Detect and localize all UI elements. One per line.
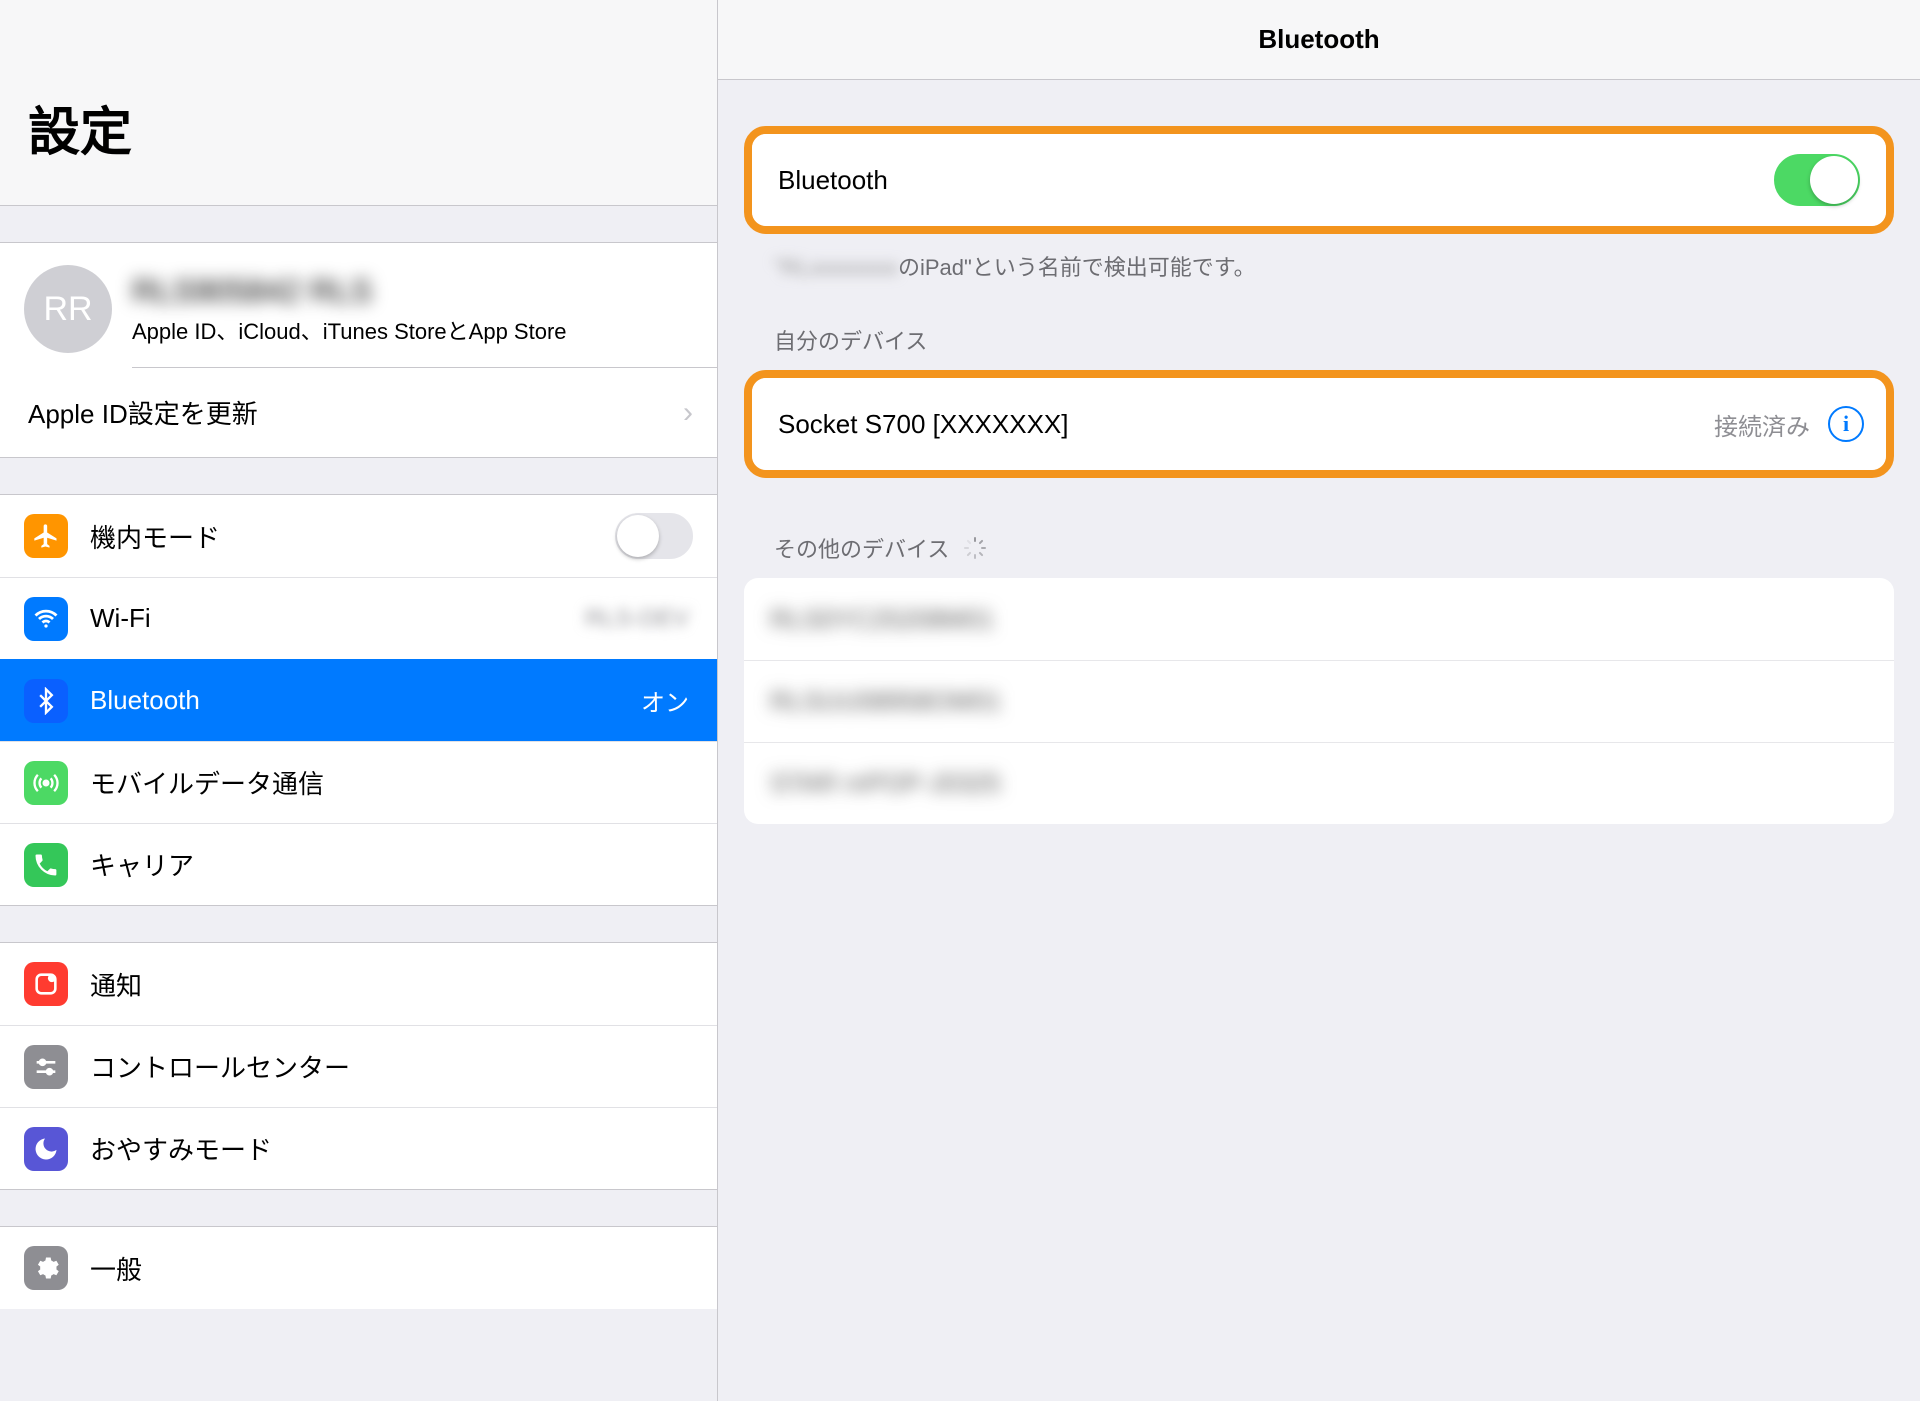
sidebar-item-airplane[interactable]: 機内モード	[0, 495, 717, 577]
account-name: RLS905842 RLS	[132, 273, 567, 310]
highlight-bluetooth-toggle: Bluetooth	[744, 126, 1894, 234]
other-devices-list: RLS0YC25208M01 RLSUU08958OM01 STAR mPOP-…	[744, 578, 1894, 824]
account-row[interactable]: RR RLS905842 RLS Apple ID、iCloud、iTunes …	[0, 243, 717, 367]
bluetooth-value: オン	[641, 683, 689, 718]
dnd-label: おやすみモード	[90, 1130, 693, 1167]
sidebar-item-do-not-disturb[interactable]: おやすみモード	[0, 1107, 717, 1189]
sidebar-item-carrier[interactable]: キャリア	[0, 823, 717, 905]
gear-icon	[24, 1246, 68, 1290]
highlight-connected-device: Socket S700 [XXXXXXX] 接続済み i	[744, 370, 1894, 478]
other-device-item[interactable]: RLS0YC25208M01	[744, 578, 1894, 660]
discoverable-device-name: "RLxxxxxxxx	[774, 255, 898, 280]
settings-sidebar: 設定 RR RLS905842 RLS Apple ID、iCloud、iTun…	[0, 0, 718, 1401]
chevron-right-icon: ›	[683, 396, 693, 430]
sidebar-item-cellular[interactable]: モバイルデータ通信	[0, 741, 717, 823]
bluetooth-icon	[24, 679, 68, 723]
other-device-item[interactable]: STAR mPOP-J0325	[744, 742, 1894, 824]
info-icon[interactable]: i	[1828, 406, 1864, 442]
device-status: 接続済み	[1714, 407, 1810, 442]
carrier-label: キャリア	[90, 846, 693, 883]
other-device-name: RLSUU08958OM01	[770, 686, 1001, 717]
airplane-label: 機内モード	[90, 518, 615, 555]
main-panel: Bluetooth Bluetooth "RLxxxxxxxxのiPad"という…	[718, 0, 1920, 1401]
device-row[interactable]: Socket S700 [XXXXXXX] 接続済み i	[752, 378, 1886, 470]
network-settings-group: 機内モード Wi-Fi RLS-DEV Bluetooth オン	[0, 494, 717, 906]
phone-icon	[24, 843, 68, 887]
device-name: Socket S700 [XXXXXXX]	[778, 409, 1069, 440]
control-center-label: コントロールセンター	[90, 1048, 693, 1085]
airplane-switch[interactable]	[615, 513, 693, 559]
general-label: 一般	[90, 1250, 693, 1287]
bluetooth-switch[interactable]	[1774, 154, 1860, 206]
bluetooth-toggle-label: Bluetooth	[778, 165, 888, 196]
ui-settings-group: 通知 コントロールセンター おやすみモード	[0, 942, 717, 1190]
other-device-name: RLS0YC25208M01	[770, 604, 994, 635]
airplane-icon	[24, 514, 68, 558]
bluetooth-label: Bluetooth	[90, 685, 641, 716]
main-title: Bluetooth	[718, 0, 1920, 80]
discoverable-suffix: のiPad"という名前で検出可能です。	[898, 255, 1256, 280]
wifi-value: RLS-DEV	[585, 605, 689, 633]
notifications-label: 通知	[90, 966, 693, 1003]
other-devices-header: その他のデバイス	[744, 532, 1894, 578]
sidebar-item-wifi[interactable]: Wi-Fi RLS-DEV	[0, 577, 717, 659]
cellular-icon	[24, 761, 68, 805]
sidebar-item-notifications[interactable]: 通知	[0, 943, 717, 1025]
wifi-icon	[24, 597, 68, 641]
discoverable-note: "RLxxxxxxxxのiPad"という名前で検出可能です。	[744, 234, 1894, 282]
other-device-item[interactable]: RLSUU08958OM01	[744, 660, 1894, 742]
avatar: RR	[24, 265, 112, 353]
sidebar-item-general[interactable]: 一般	[0, 1227, 717, 1309]
notifications-icon	[24, 962, 68, 1006]
account-section: RR RLS905842 RLS Apple ID、iCloud、iTunes …	[0, 242, 717, 458]
wifi-label: Wi-Fi	[90, 603, 585, 634]
control-center-icon	[24, 1045, 68, 1089]
sidebar-item-bluetooth[interactable]: Bluetooth オン	[0, 659, 717, 741]
my-devices-header: 自分のデバイス	[744, 324, 1894, 370]
other-device-name: STAR mPOP-J0325	[770, 768, 1001, 799]
general-group: 一般	[0, 1226, 717, 1309]
moon-icon	[24, 1127, 68, 1171]
spinner-icon	[963, 536, 987, 560]
cellular-label: モバイルデータ通信	[90, 764, 693, 801]
bluetooth-toggle-row[interactable]: Bluetooth	[752, 134, 1886, 226]
apple-id-update-label: Apple ID設定を更新	[28, 394, 258, 431]
account-subtitle: Apple ID、iCloud、iTunes StoreとApp Store	[132, 314, 567, 346]
apple-id-update-row[interactable]: Apple ID設定を更新 ›	[0, 368, 717, 457]
sidebar-item-control-center[interactable]: コントロールセンター	[0, 1025, 717, 1107]
other-devices-label: その他のデバイス	[774, 532, 949, 564]
page-title: 設定	[0, 0, 717, 206]
